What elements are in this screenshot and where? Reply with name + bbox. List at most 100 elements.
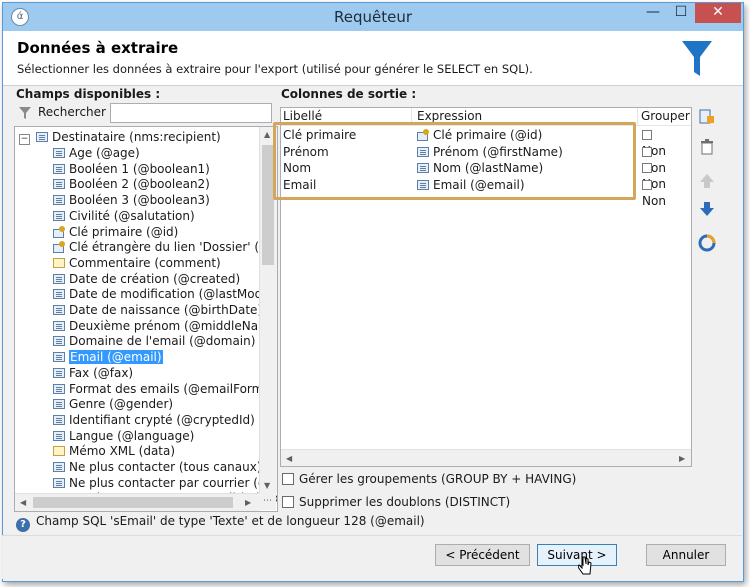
cancel-button[interactable]: Annuler: [646, 544, 726, 566]
tree-item[interactable]: Booléen 3 (@boolean3): [53, 192, 210, 208]
field-icon: [53, 399, 65, 410]
tree-item[interactable]: Langue (@language): [53, 428, 194, 444]
grid-scroll-left-arrow-icon[interactable]: ◀: [286, 454, 292, 463]
tree-item[interactable]: Genre (@gender): [53, 396, 173, 412]
tree-item-label: Date de modification (@lastModified: [69, 287, 278, 302]
tree-hscroll-thumb[interactable]: [33, 497, 233, 508]
tree-item-label: Date de naissance (@birthDate): [69, 303, 263, 317]
field-icon: [53, 352, 65, 363]
footer: [2, 535, 742, 579]
field-icon: [53, 477, 65, 488]
page-subtitle: Sélectionner les données à extraire pour…: [17, 62, 533, 76]
tree-horizontal-scrollbar[interactable]: ◀ ▶: [15, 493, 259, 511]
next-button[interactable]: Suivant >: [537, 544, 617, 566]
title-bar: ά Requêteur — ☐ ✕: [3, 3, 743, 31]
edit-columns-icon[interactable]: [698, 108, 716, 126]
highlight-annotation: [273, 122, 636, 200]
tree-item-label: Format des emails (@emailFormat): [69, 381, 278, 396]
previous-button[interactable]: < Précédent: [435, 544, 530, 566]
tree-root[interactable]: − Destinataire (nms:recipient): [19, 129, 221, 145]
field-icon: [53, 163, 65, 174]
tree-item-label: Commentaire (comment): [69, 255, 221, 270]
fields-tree[interactable]: − Destinataire (nms:recipient) Age (@age)…: [14, 126, 278, 512]
grid-horizontal-scrollbar[interactable]: ◀ ▶: [281, 449, 691, 466]
grouper-checkbox[interactable]: [642, 163, 652, 173]
field-icon: [53, 179, 65, 190]
scroll-down-arrow-icon[interactable]: ▼: [264, 481, 270, 490]
tree-item[interactable]: Deuxième prénom (@middleName): [53, 318, 278, 334]
tree-item[interactable]: Date de création (@created): [53, 271, 240, 287]
output-columns-title: Colonnes de sortie :: [281, 87, 417, 101]
row-grouper[interactable]: Non: [642, 177, 666, 209]
close-button[interactable]: ✕: [695, 3, 741, 23]
field-icon: [53, 148, 65, 158]
tree-item[interactable]: Civilité (@salutation): [53, 208, 195, 224]
field-icon: [53, 320, 65, 331]
field-icon: [53, 430, 65, 441]
field-icon: [53, 383, 65, 394]
tree-item-label: Deuxième prénom (@middleName): [69, 318, 278, 333]
tree-item[interactable]: Format des emails (@emailFormat): [53, 381, 278, 397]
memo-icon: [53, 446, 65, 457]
group-by-option[interactable]: Gérer les groupements (GROUP BY + HAVING…: [282, 472, 576, 486]
grid-scroll-right-arrow-icon[interactable]: ▶: [679, 454, 685, 463]
memo-icon: [53, 257, 65, 268]
collapse-icon[interactable]: −: [19, 134, 30, 145]
tree-item[interactable]: Booléen 1 (@boolean1): [53, 161, 210, 177]
header-libelle[interactable]: Libellé: [283, 109, 322, 123]
tree-item[interactable]: Fax (@fax): [53, 365, 133, 381]
field-icon: [53, 414, 65, 425]
field-icon: [53, 195, 65, 206]
tree-item-label: Ne plus contacter (tous canaux) (@b: [69, 460, 278, 474]
tree-item[interactable]: Identifiant crypté (@cryptedId): [53, 412, 255, 428]
help-icon: ?: [16, 518, 30, 532]
search-input[interactable]: [110, 103, 272, 123]
scroll-up-arrow-icon[interactable]: ▲: [264, 130, 270, 139]
filter-icon: [19, 107, 31, 119]
more-icon[interactable]: ⋯: [259, 493, 276, 510]
tree-item[interactable]: Date de naissance (@birthDate): [53, 302, 262, 318]
window-title: Requêteur: [333, 8, 413, 26]
wizard-header: Données à extraire Sélectionner les donn…: [3, 31, 743, 86]
tree-item[interactable]: Domaine de l'email (@domain): [53, 333, 255, 349]
minimize-button[interactable]: —: [639, 3, 667, 23]
tree-item-label: Booléen 1 (@boolean1): [69, 161, 210, 176]
scroll-right-arrow-icon[interactable]: ▶: [245, 498, 251, 507]
tree-item-label: Civilité (@salutation): [69, 208, 195, 223]
grouper-checkbox[interactable]: [642, 146, 652, 157]
tree-item[interactable]: Mémo XML (data): [53, 443, 175, 459]
tree-item[interactable]: Booléen 2 (@boolean2): [53, 176, 210, 192]
move-down-icon[interactable]: [698, 200, 716, 218]
tree-item[interactable]: Commentaire (comment): [53, 255, 221, 271]
distribution-icon[interactable]: [698, 234, 716, 252]
header-grouper[interactable]: Grouper: [641, 109, 690, 123]
mouse-cursor-icon: [578, 554, 592, 575]
move-up-icon[interactable]: [698, 172, 716, 190]
scroll-left-arrow-icon[interactable]: ◀: [20, 498, 26, 507]
tree-item-label: Clé primaire (@id): [69, 224, 179, 239]
delete-icon[interactable]: [698, 138, 716, 156]
tree-item-label: Domaine de l'email (@domain): [69, 334, 256, 349]
tree-item[interactable]: Ne plus contacter (tous canaux) (@b: [53, 459, 278, 475]
tree-item[interactable]: Age (@age): [53, 145, 140, 161]
distinct-checkbox[interactable]: [282, 496, 294, 508]
maximize-button[interactable]: ☐: [667, 3, 695, 23]
grouper-checkbox[interactable]: [642, 179, 652, 190]
tree-item[interactable]: Clé étrangère du lien 'Dossier' (cham: [53, 239, 277, 255]
tree-item-label: Booléen 3 (@boolean3): [69, 193, 210, 208]
group-by-checkbox[interactable]: [282, 473, 294, 485]
tree-item[interactable]: Email (@email): [53, 349, 163, 365]
search-label: Rechercher :: [38, 105, 114, 119]
tree-item[interactable]: Date de modification (@lastModified: [53, 286, 278, 302]
available-fields-title: Champs disponibles :: [16, 87, 161, 101]
page-title: Données à extraire: [17, 39, 179, 57]
grouper-checkbox[interactable]: [642, 130, 652, 140]
tree-root-label: Destinataire (nms:recipient): [52, 130, 221, 144]
distinct-option[interactable]: Supprimer les doublons (DISTINCT): [282, 495, 510, 509]
status-bar: ? Champ SQL 'sEmail' de type 'Texte' et d…: [16, 514, 425, 532]
tree-item-label: Date de création (@created): [69, 271, 241, 286]
tree-item[interactable]: Ne plus contacter par courrier (@bla: [53, 475, 277, 491]
tree-item[interactable]: Clé primaire (@id): [53, 224, 178, 240]
header-expression[interactable]: Expression: [417, 109, 482, 123]
field-icon: [53, 273, 65, 284]
